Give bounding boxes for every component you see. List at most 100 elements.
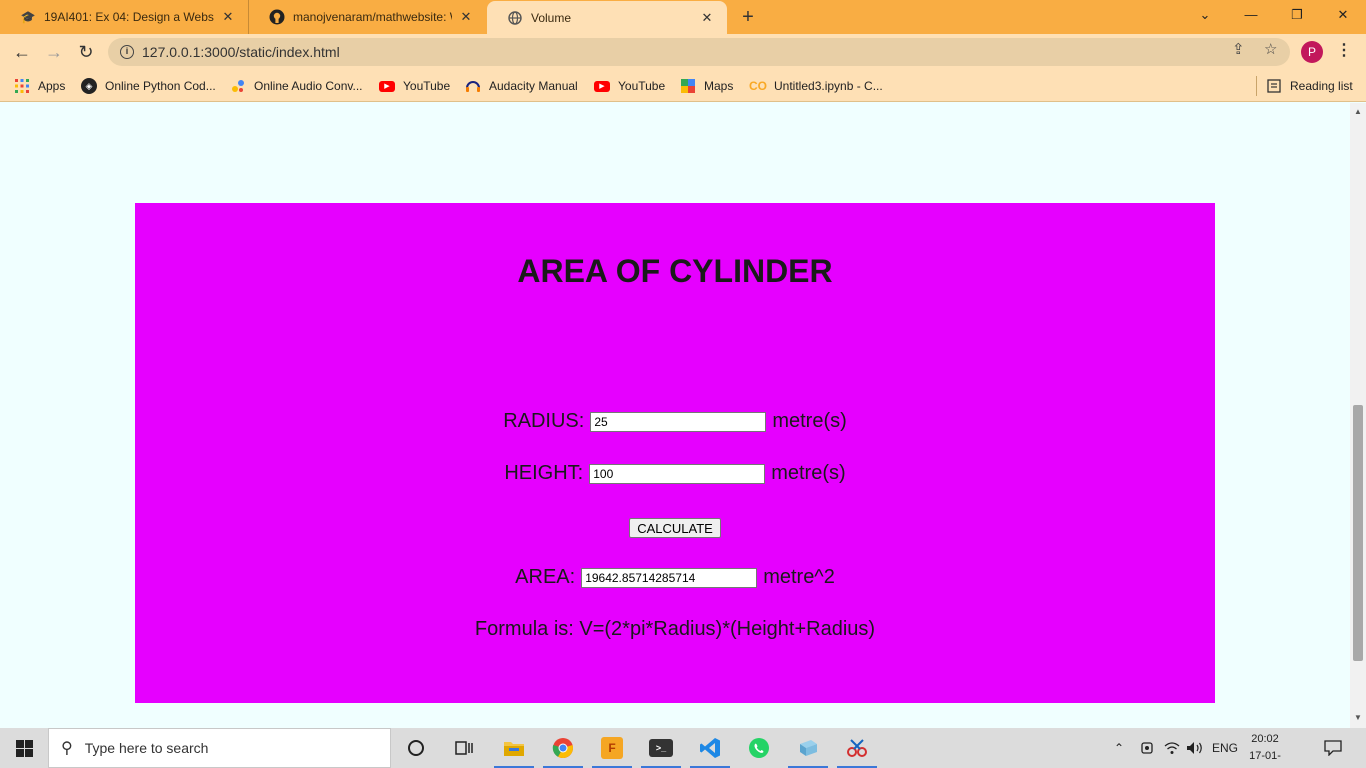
bookmark-online-python[interactable]: ◈ Online Python Cod... [81, 76, 216, 96]
close-icon[interactable]: ✕ [220, 9, 236, 25]
browser-toolbar: ← → ↻ i 127.0.0.1:3000/static/index.html… [0, 34, 1366, 70]
bookmark-label: Maps [704, 79, 734, 93]
reading-list-icon [1266, 78, 1282, 94]
height-row: HEIGHT: metre(s) [135, 462, 1215, 485]
virtualbox-icon[interactable] [784, 728, 832, 768]
vscode-icon[interactable] [686, 728, 734, 768]
audacity-icon [465, 78, 481, 94]
url-text: 127.0.0.1:3000/static/index.html [142, 44, 340, 60]
task-view-icon[interactable] [440, 728, 488, 768]
system-clock[interactable]: 20:02 17-01-2022 [1240, 731, 1290, 768]
window-close-button[interactable]: ✕ [1320, 0, 1366, 34]
taskbar-search-box[interactable]: ⚲ Type here to search [48, 728, 391, 768]
bookmark-label: YouTube [403, 79, 451, 93]
search-placeholder: Type here to search [84, 740, 209, 756]
site-info-icon[interactable]: i [120, 45, 134, 59]
height-label: HEIGHT: [504, 462, 584, 484]
bookmark-star-icon[interactable]: ☆ [1264, 40, 1277, 58]
apps-grid-icon [14, 78, 30, 94]
tab-github[interactable]: manojvenaram/mathwebsite: We ✕ [248, 0, 486, 34]
bookmark-label: Online Python Cod... [105, 79, 216, 93]
tray-chevron-icon[interactable]: ⌃ [1114, 728, 1124, 768]
tab-title: Volume [531, 10, 572, 25]
wifi-icon[interactable] [1164, 728, 1180, 768]
snipping-tool-icon[interactable] [833, 728, 881, 768]
radius-row: RADIUS: metre(s) [135, 410, 1215, 433]
scroll-down-arrow-icon[interactable]: ▼ [1350, 713, 1366, 722]
page-viewport: AREA OF CYLINDER RADIUS: metre(s) HEIGHT… [0, 103, 1350, 728]
bookmark-label: Untitled3.ipynb - C... [774, 79, 883, 93]
tab-strip: 🎓 19AI401: Ex 04: Design a Website ✕ man… [0, 0, 1366, 34]
globe-icon [507, 10, 523, 26]
tab-title: 19AI401: Ex 04: Design a Website [44, 10, 214, 24]
reading-list[interactable]: Reading list [1266, 76, 1353, 96]
minimize-button[interactable]: — [1228, 0, 1274, 34]
menu-kebab-icon[interactable]: ⋮ [1336, 40, 1352, 60]
bookmark-apps[interactable]: Apps [14, 76, 65, 96]
new-tab-button[interactable]: + [737, 6, 759, 28]
language-indicator[interactable]: ENG [1212, 728, 1238, 768]
onedrive-sync-icon[interactable] [1140, 728, 1154, 768]
bookmark-colab[interactable]: CO Untitled3.ipynb - C... [749, 76, 883, 96]
github-icon [269, 9, 285, 25]
terminal-icon[interactable]: >_ [637, 728, 685, 768]
bookmarks-bar: Apps ◈ Online Python Cod... Online Audio… [0, 70, 1366, 102]
area-output[interactable] [581, 567, 758, 588]
back-arrow-icon[interactable]: ← [10, 40, 34, 64]
height-input[interactable] [589, 463, 766, 484]
reading-list-label: Reading list [1290, 79, 1353, 93]
start-button[interactable] [0, 728, 48, 768]
tab-volume[interactable]: Volume ✕ [487, 1, 727, 34]
bookmark-youtube-2[interactable]: ▶ YouTube [594, 76, 665, 96]
windows-taskbar: ⚲ Type here to search F >_ ⌃ ENG 20:02 1… [0, 728, 1366, 768]
whatsapp-icon[interactable] [735, 728, 783, 768]
calculate-button[interactable]: CALCULATE [629, 518, 721, 538]
windows-logo-icon [15, 739, 33, 757]
audio-converter-icon [230, 78, 246, 94]
python-icon: ◈ [81, 78, 97, 94]
close-icon[interactable]: ✕ [458, 9, 474, 25]
bookmark-label: Audacity Manual [489, 79, 578, 93]
reload-icon[interactable]: ↻ [74, 40, 98, 64]
scroll-up-arrow-icon[interactable]: ▲ [1350, 107, 1366, 116]
bookmarks-separator [1256, 76, 1257, 96]
share-icon[interactable]: ⇪ [1232, 40, 1245, 58]
area-unit: metre^2 [763, 566, 835, 588]
page-title: AREA OF CYLINDER [517, 253, 833, 289]
maps-icon [680, 78, 696, 94]
bookmark-label: YouTube [618, 79, 666, 93]
youtube-icon: ▶ [379, 80, 395, 92]
fusion-app-icon[interactable]: F [588, 728, 636, 768]
formula-row: Formula is: V=(2*pi*Radius)*(Height+Radi… [135, 618, 1215, 641]
search-icon: ⚲ [61, 740, 73, 757]
tab-moodle[interactable]: 🎓 19AI401: Ex 04: Design a Website ✕ [0, 0, 248, 34]
tab-search-chevron-icon[interactable]: ⌄ [1182, 0, 1228, 34]
vertical-scrollbar[interactable]: ▲ ▼ [1350, 103, 1366, 728]
scrollbar-thumb[interactable] [1353, 405, 1363, 661]
height-unit: metre(s) [771, 462, 846, 484]
close-icon[interactable]: ✕ [699, 10, 715, 26]
profile-avatar[interactable]: P [1301, 41, 1323, 63]
radius-label: RADIUS: [503, 410, 585, 432]
calculator-panel: AREA OF CYLINDER RADIUS: metre(s) HEIGHT… [135, 203, 1215, 703]
chrome-icon[interactable] [539, 728, 587, 768]
clock-date: 17-01-2022 [1249, 750, 1281, 768]
notifications-icon[interactable] [1324, 728, 1342, 768]
formula-text: Formula is: V=(2*pi*Radius)*(Height+Radi… [474, 618, 876, 640]
calculate-row: CALCULATE [135, 518, 1215, 538]
tab-title: manojvenaram/mathwebsite: We [293, 10, 452, 24]
radius-unit: metre(s) [772, 410, 847, 432]
bookmark-audacity-manual[interactable]: Audacity Manual [465, 76, 578, 96]
bookmark-youtube[interactable]: ▶ YouTube [379, 76, 450, 96]
speaker-icon[interactable] [1186, 728, 1204, 768]
colab-icon: CO [749, 79, 767, 93]
bookmark-label: Online Audio Conv... [254, 79, 363, 93]
address-bar[interactable]: i 127.0.0.1:3000/static/index.html [108, 38, 1290, 66]
forward-arrow-icon[interactable]: → [42, 40, 66, 64]
restore-button[interactable]: ❐ [1274, 0, 1320, 34]
cortana-icon[interactable] [392, 728, 440, 768]
file-explorer-icon[interactable] [490, 728, 538, 768]
bookmark-audio-converter[interactable]: Online Audio Conv... [230, 76, 363, 96]
bookmark-maps[interactable]: Maps [680, 76, 733, 96]
radius-input[interactable] [590, 411, 767, 432]
